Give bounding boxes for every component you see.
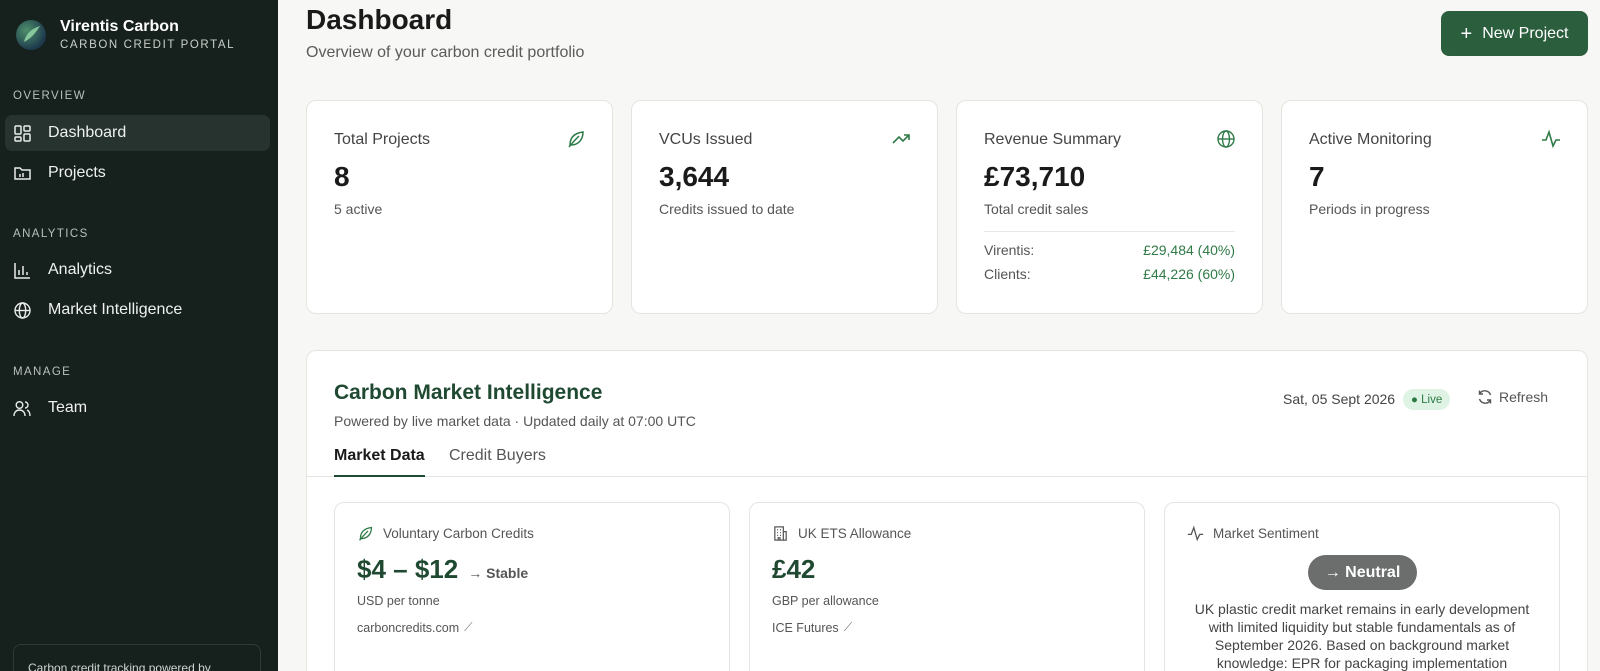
- sidebar-footer: Carbon credit tracking powered by: [13, 644, 261, 671]
- plus-icon: +: [1460, 22, 1473, 45]
- sidebar-item-market-intelligence[interactable]: Market Intelligence: [5, 292, 270, 328]
- sidebar-item-analytics[interactable]: Analytics: [5, 252, 270, 288]
- tab-market-data[interactable]: Market Data: [334, 447, 425, 477]
- page-title: Dashboard: [306, 4, 453, 35]
- sidebar-item-team[interactable]: Team: [5, 390, 270, 426]
- sidebar-item-dashboard[interactable]: Dashboard: [5, 115, 270, 151]
- revenue-label: Virentis:: [984, 242, 1035, 258]
- stat-note: Credits issued to date: [659, 201, 795, 217]
- stat-value: 8: [334, 161, 350, 192]
- sidebar-item-projects[interactable]: Projects: [5, 155, 270, 191]
- market-card-uk-ets: UK ETS Allowance £42 GBP per allowance I…: [749, 502, 1145, 671]
- market-card-voluntary-carbon: Voluntary Carbon Credits $4 – $12 → Stab…: [334, 502, 730, 671]
- source-link[interactable]: ICE Futures ⟋: [772, 620, 852, 635]
- stat-label: Total Projects: [334, 131, 431, 148]
- stat-value: 3,644: [659, 161, 730, 192]
- bar-chart-icon: [13, 261, 31, 279]
- leaf-icon: [568, 131, 584, 148]
- market-subtitle: Powered by live market data · Updated da…: [334, 413, 696, 429]
- revenue-value: £29,484 (40%): [1143, 242, 1235, 258]
- sentiment-description: UK plastic credit market remains in earl…: [1194, 601, 1530, 671]
- live-badge: ● Live: [1403, 389, 1451, 410]
- revenue-row-clients: Clients: £44,226 (60%): [984, 266, 1235, 282]
- stat-label: VCUs Issued: [659, 131, 753, 148]
- revenue-value: £44,226 (60%): [1143, 266, 1235, 282]
- new-project-label: New Project: [1482, 24, 1569, 42]
- globe-logo-icon: [16, 19, 46, 50]
- stat-label: Active Monitoring: [1309, 131, 1432, 148]
- globe-icon: [13, 301, 31, 319]
- stat-card-vcus-issued: VCUs Issued 3,644 Credits issued to date: [631, 100, 938, 314]
- dashboard-icon: [13, 124, 31, 142]
- refresh-icon: [1478, 390, 1492, 404]
- tab-credit-buyers[interactable]: Credit Buyers: [449, 447, 546, 475]
- market-card-title: UK ETS Allowance: [798, 526, 912, 541]
- market-intelligence-panel: Carbon Market Intelligence Powered by li…: [306, 350, 1588, 671]
- stat-note: Total credit sales: [984, 201, 1089, 217]
- leaf-icon: [359, 526, 373, 541]
- market-card-title: Voluntary Carbon Credits: [383, 526, 534, 541]
- stat-label: Revenue Summary: [984, 131, 1121, 148]
- nav-section-manage: MANAGE: [13, 366, 72, 378]
- revenue-label: Clients:: [984, 266, 1031, 282]
- new-project-button[interactable]: + New Project: [1441, 11, 1588, 56]
- sentiment-badge: → Neutral: [1308, 555, 1417, 590]
- market-date: Sat, 05 Sept 2026: [1283, 391, 1396, 407]
- market-card-sentiment: Market Sentiment → Neutral UK plastic cr…: [1164, 502, 1560, 671]
- brand[interactable]: Virentis Carbon CARBON CREDIT PORTAL: [16, 18, 235, 51]
- sidebar-item-label: Analytics: [48, 261, 113, 278]
- stat-note: Periods in progress: [1309, 201, 1430, 217]
- page-subtitle: Overview of your carbon credit portfolio: [306, 44, 585, 61]
- nav-section-analytics: ANALYTICS: [13, 228, 89, 240]
- refresh-label: Refresh: [1499, 389, 1549, 405]
- external-link-icon: ⟋: [464, 620, 473, 634]
- building-icon: [774, 526, 787, 541]
- market-card-unit: USD per tonne: [357, 594, 440, 608]
- source-label: carboncredits.com: [357, 620, 460, 635]
- refresh-button[interactable]: Refresh: [1477, 389, 1548, 405]
- market-card-value: $4 – $12: [357, 554, 459, 584]
- market-tabs: Market Data Credit Buyers: [307, 439, 1587, 477]
- source-link[interactable]: carboncredits.com ⟋: [357, 620, 473, 635]
- market-title: Carbon Market Intelligence: [334, 381, 603, 404]
- globe-icon: [1217, 130, 1235, 148]
- stat-note: 5 active: [334, 201, 383, 217]
- stat-card-active-monitoring: Active Monitoring 7 Periods in progress: [1281, 100, 1588, 314]
- activity-icon: [1542, 129, 1560, 149]
- market-card-value: £42: [772, 554, 816, 584]
- sidebar-item-label: Dashboard: [48, 124, 127, 141]
- stat-card-revenue-summary: Revenue Summary £73,710 Total credit sal…: [956, 100, 1263, 314]
- sidebar-item-label: Market Intelligence: [48, 301, 183, 318]
- users-icon: [13, 399, 31, 417]
- trending-up-icon: [892, 134, 910, 144]
- brand-subtitle: CARBON CREDIT PORTAL: [60, 39, 236, 51]
- stat-value: £73,710: [984, 161, 1086, 192]
- sidebar-item-label: Team: [48, 399, 88, 416]
- external-link-icon: ⟋: [843, 620, 853, 634]
- revenue-row-virentis: Virentis: £29,484 (40%): [984, 242, 1235, 258]
- source-label: ICE Futures: [772, 620, 839, 635]
- market-card-unit: GBP per allowance: [772, 594, 879, 608]
- nav-section-overview: OVERVIEW: [13, 90, 86, 102]
- divider: [984, 231, 1235, 232]
- trend-indicator: → Stable: [468, 565, 529, 581]
- footer-text: Carbon credit tracking powered by: [28, 661, 211, 671]
- sidebar: Virentis Carbon CARBON CREDIT PORTAL OVE…: [0, 0, 278, 671]
- stat-card-total-projects: Total Projects 8 5 active: [306, 100, 613, 314]
- folder-icon: [13, 164, 31, 182]
- activity-icon: [1187, 525, 1204, 542]
- market-card-title: Market Sentiment: [1213, 526, 1319, 541]
- stat-value: 7: [1309, 161, 1325, 192]
- sidebar-item-label: Projects: [48, 164, 106, 181]
- brand-name: Virentis Carbon: [60, 18, 179, 35]
